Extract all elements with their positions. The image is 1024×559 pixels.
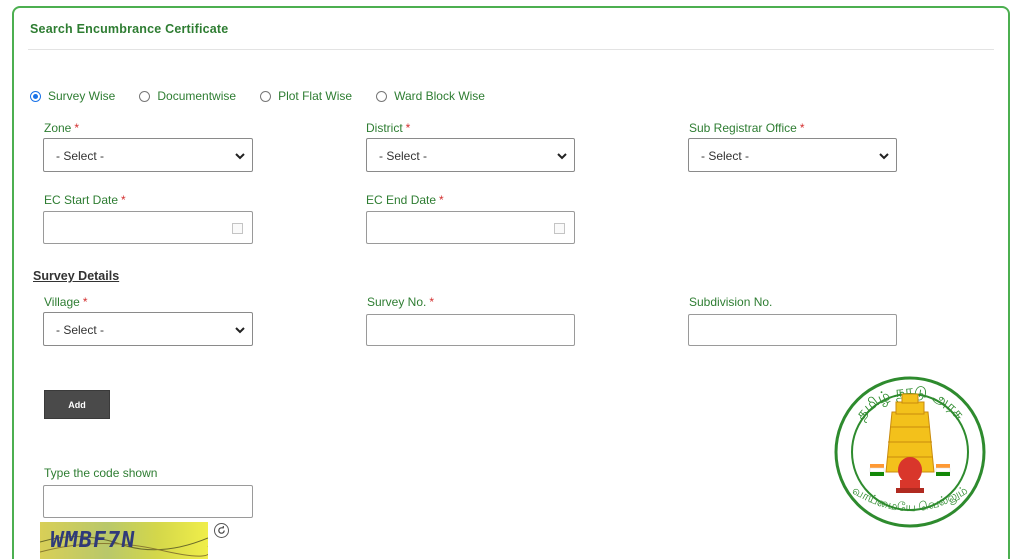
panel-title: Search Encumbrance Certificate (30, 22, 229, 36)
radio-documentwise[interactable]: Documentwise (139, 89, 236, 103)
refresh-icon (218, 526, 225, 534)
calendar-icon[interactable] (232, 223, 243, 234)
captcha-label: Type the code shown (44, 466, 158, 480)
sub-registrar-label: Sub Registrar Office * (689, 121, 805, 135)
zone-label: Zone * (44, 121, 80, 135)
captcha-image: WMBF7N (40, 522, 208, 559)
tamil-nadu-emblem: தமிழ் நாடு அரசு வாய்மையே வெல்லும் (834, 376, 986, 528)
zone-select[interactable]: - Select - (43, 138, 253, 172)
radio-button[interactable] (376, 90, 388, 102)
chevron-down-icon (879, 153, 889, 160)
radio-ward-block-wise[interactable]: Ward Block Wise (376, 89, 485, 103)
required-marker: * (82, 295, 88, 309)
radio-label: Documentwise (157, 89, 237, 103)
required-marker: * (439, 193, 444, 207)
ec-start-date-input[interactable] (43, 211, 253, 244)
district-select[interactable]: - Select - (366, 138, 575, 172)
search-type-radio-group: Survey Wise Documentwise Plot Flat Wise … (30, 89, 509, 103)
sub-registrar-select[interactable]: - Select - (688, 138, 897, 172)
radio-button[interactable] (260, 90, 272, 102)
ec-start-date-label: EC Start Date * (44, 193, 126, 207)
radio-survey-wise[interactable]: Survey Wise (30, 89, 115, 103)
survey-details-heading: Survey Details (33, 269, 120, 283)
required-marker: * (429, 295, 435, 309)
calendar-icon[interactable] (554, 223, 565, 234)
subdivision-no-input[interactable] (688, 314, 897, 346)
radio-label: Survey Wise (48, 89, 116, 103)
refresh-captcha-icon[interactable] (214, 523, 229, 538)
chevron-down-icon (235, 327, 245, 334)
chevron-down-icon (235, 153, 245, 160)
radio-label: Plot Flat Wise (278, 89, 353, 103)
title-divider (28, 49, 994, 50)
district-label: District * (366, 121, 411, 135)
captcha-text: WMBF7N (48, 528, 138, 553)
village-select[interactable]: - Select - (43, 312, 253, 346)
required-marker: * (799, 121, 805, 135)
required-marker: * (405, 121, 411, 135)
ec-end-date-label: EC End Date * (366, 193, 444, 207)
required-marker: * (74, 121, 80, 135)
chevron-down-icon (557, 153, 567, 160)
village-label: Village * (44, 295, 88, 309)
add-button[interactable]: Add (44, 390, 110, 419)
survey-no-input[interactable] (366, 314, 575, 346)
radio-button-checked[interactable] (30, 90, 41, 102)
ec-end-date-input[interactable] (366, 211, 575, 244)
survey-no-label: Survey No. * (367, 295, 435, 309)
subdivision-no-label: Subdivision No. (689, 295, 773, 309)
radio-plot-flat-wise[interactable]: Plot Flat Wise (260, 89, 352, 103)
radio-label: Ward Block Wise (394, 89, 485, 103)
required-marker: * (121, 193, 126, 207)
captcha-input[interactable] (43, 485, 253, 518)
radio-button[interactable] (139, 90, 151, 102)
